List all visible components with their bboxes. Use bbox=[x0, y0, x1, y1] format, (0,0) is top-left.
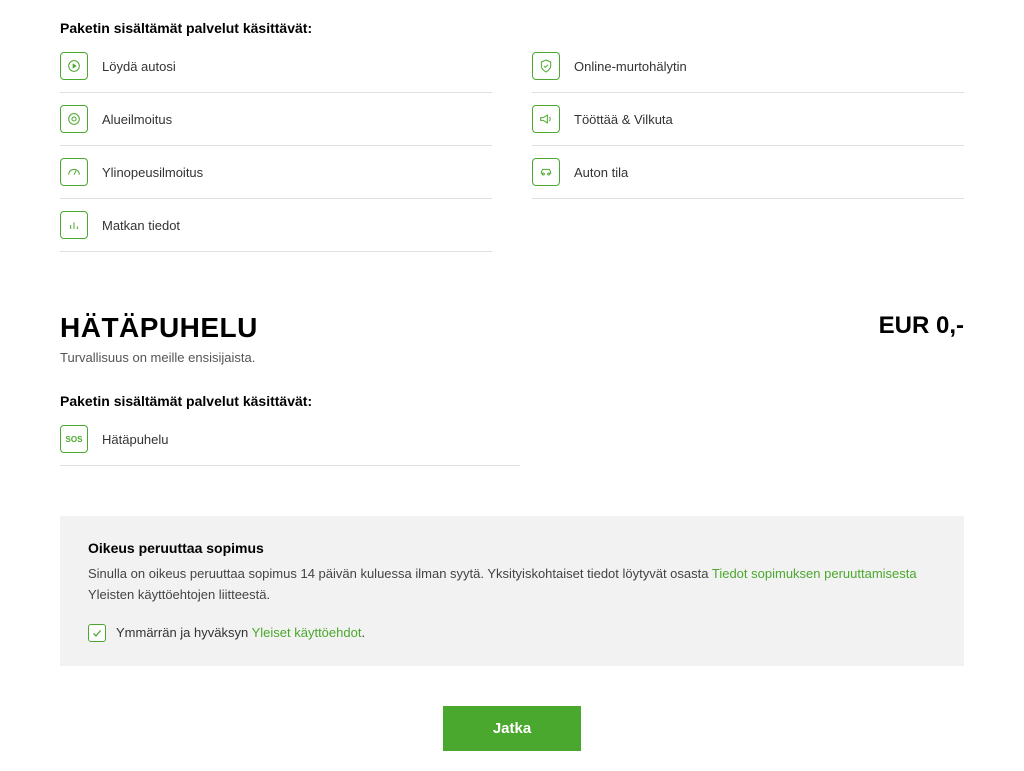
locate-icon bbox=[60, 52, 88, 80]
continue-button[interactable]: Jatka bbox=[443, 706, 581, 751]
services-grid: Löydä autosi Alueilmoitus Ylinopeusilmoi… bbox=[60, 52, 964, 252]
terms-box: Oikeus peruuttaa sopimus Sinulla on oike… bbox=[60, 516, 964, 666]
general-terms-link[interactable]: Yleiset käyttöehdot bbox=[252, 625, 362, 640]
service-item: Ylinopeusilmoitus bbox=[60, 146, 492, 199]
area-icon bbox=[60, 105, 88, 133]
service-label: Matkan tiedot bbox=[102, 218, 180, 233]
services-heading: Paketin sisältämät palvelut käsittävät: bbox=[60, 20, 964, 36]
stats-icon bbox=[60, 211, 88, 239]
service-item: SOS Hätäpuhelu bbox=[60, 425, 520, 466]
plan-subtitle: Turvallisuus on meille ensisijaista. bbox=[60, 350, 964, 365]
service-label: Löydä autosi bbox=[102, 59, 176, 74]
service-label: Alueilmoitus bbox=[102, 112, 172, 127]
service-label: Auton tila bbox=[574, 165, 628, 180]
terms-text-before: Sinulla on oikeus peruuttaa sopimus 14 p… bbox=[88, 566, 712, 581]
service-item: Auton tila bbox=[532, 146, 964, 199]
checkbox-label: Ymmärrän ja hyväksyn Yleiset käyttöehdot… bbox=[116, 625, 365, 640]
terms-text: Sinulla on oikeus peruuttaa sopimus 14 p… bbox=[88, 564, 936, 606]
plan-title: HÄTÄPUHELU bbox=[60, 312, 258, 344]
plan-services-heading: Paketin sisältämät palvelut käsittävät: bbox=[60, 393, 964, 409]
sos-icon: SOS bbox=[60, 425, 88, 453]
speed-icon bbox=[60, 158, 88, 186]
service-item: Online-murtohälytin bbox=[532, 52, 964, 93]
service-item: Alueilmoitus bbox=[60, 93, 492, 146]
checkbox-label-before: Ymmärrän ja hyväksyn bbox=[116, 625, 252, 640]
service-label: Ylinopeusilmoitus bbox=[102, 165, 203, 180]
shield-icon bbox=[532, 52, 560, 80]
plan-price: EUR 0,- bbox=[879, 312, 964, 340]
service-label: Tööttää & Vilkuta bbox=[574, 112, 673, 127]
horn-icon bbox=[532, 105, 560, 133]
terms-title: Oikeus peruuttaa sopimus bbox=[88, 540, 936, 556]
car-icon bbox=[532, 158, 560, 186]
withdrawal-link[interactable]: Tiedot sopimuksen peruuttamisesta bbox=[712, 566, 917, 581]
service-label: Online-murtohälytin bbox=[574, 59, 687, 74]
service-item: Tööttää & Vilkuta bbox=[532, 93, 964, 146]
accept-terms-checkbox[interactable] bbox=[88, 624, 106, 642]
service-item: Löydä autosi bbox=[60, 52, 492, 93]
service-item: Matkan tiedot bbox=[60, 199, 492, 252]
terms-text-after: Yleisten käyttöehtojen liitteestä. bbox=[88, 587, 270, 602]
service-label: Hätäpuhelu bbox=[102, 432, 169, 447]
